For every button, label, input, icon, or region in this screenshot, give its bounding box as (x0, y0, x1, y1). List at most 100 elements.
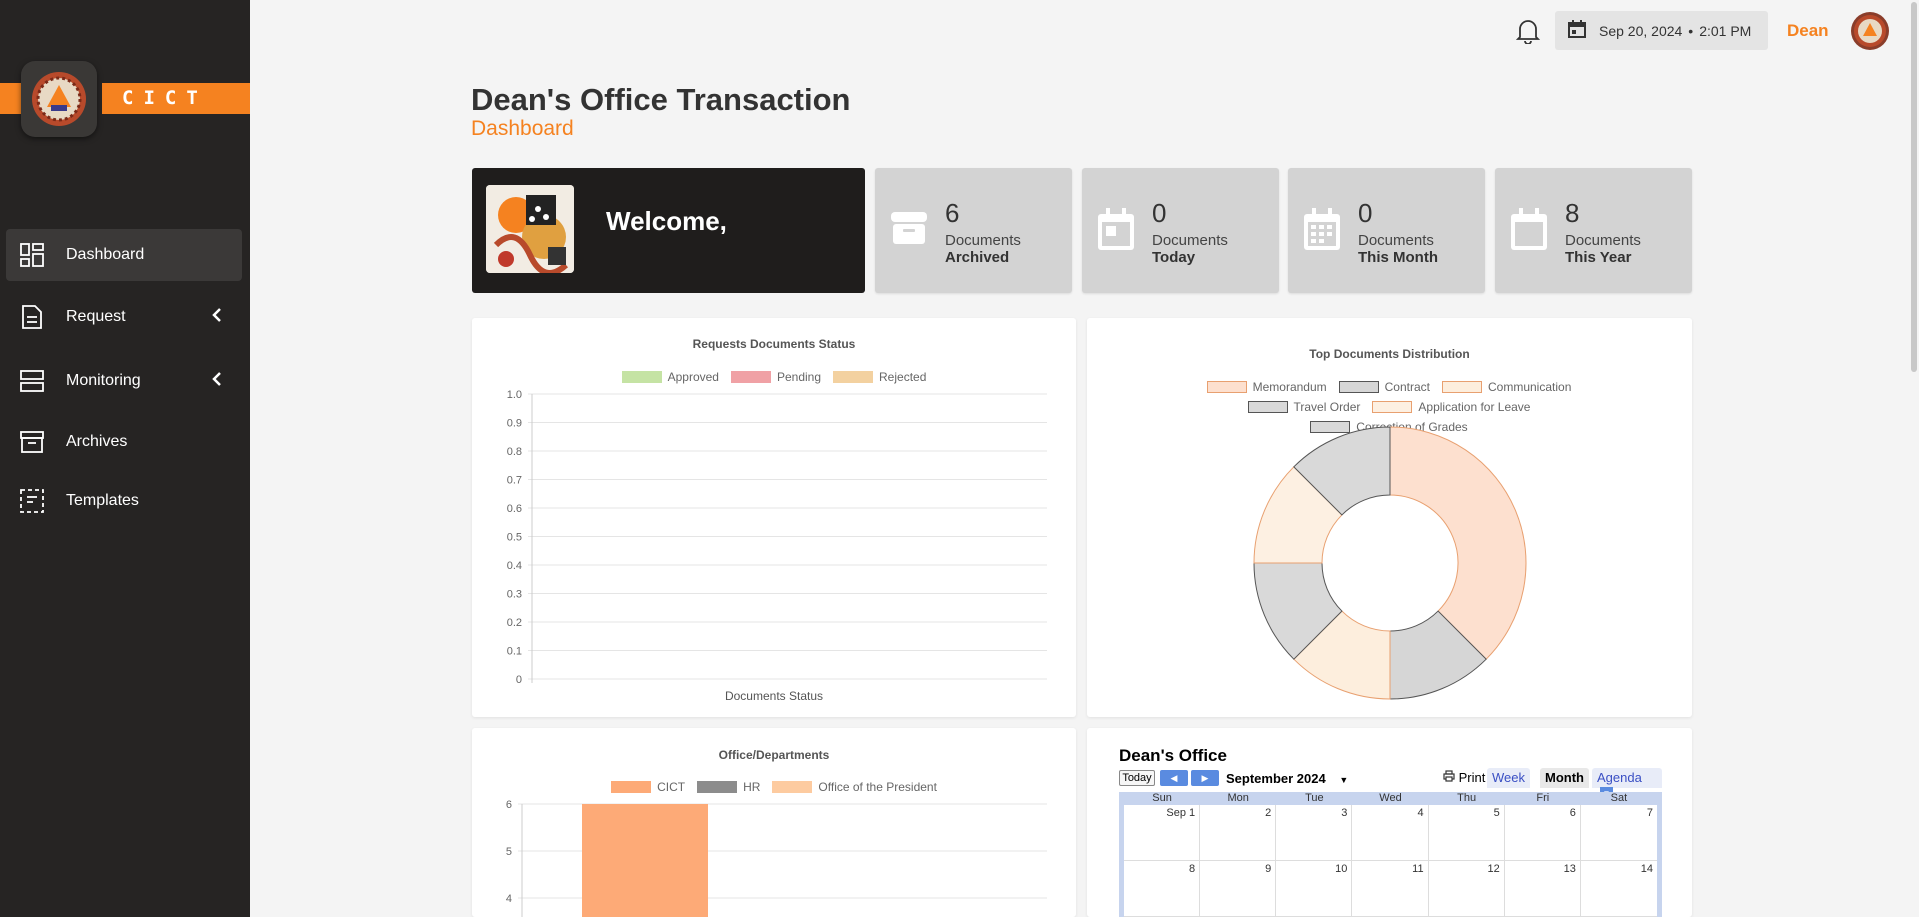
month-label: September 2024 (1226, 771, 1326, 786)
archive-icon (17, 427, 47, 457)
next-month-button[interactable]: ▶ (1191, 770, 1219, 786)
stat-value: 0 (1358, 198, 1373, 228)
weekday-label: Wed (1379, 792, 1402, 804)
x-axis-label: Documents Status (724, 689, 824, 703)
y-tick-label: 0.5 (507, 532, 522, 544)
stat-value: 0 (1152, 198, 1167, 228)
requests-status-panel: Requests Documents Status Approved Pendi… (472, 318, 1076, 717)
calendar-title: Dean's Office (1119, 746, 1227, 765)
y-tick-label: 4 (506, 893, 512, 905)
calendar-week-row: Sep 1 2 3 4 5 6 7 (1124, 805, 1657, 861)
document-icon (17, 302, 47, 332)
stat-sublabel: Archived (945, 249, 1010, 266)
archive-box-icon (889, 208, 929, 253)
view-tab-month[interactable]: Month (1540, 768, 1589, 788)
stat-card-today: 0 Documents Today (1082, 168, 1279, 293)
sidebar-item-label: Request (66, 308, 126, 325)
sidebar-item-label: Monitoring (66, 372, 141, 389)
documents-distribution-panel: Top Documents Distribution Memorandum Co… (1087, 318, 1692, 717)
calendar-day[interactable]: 8 (1124, 861, 1201, 916)
calendar-weekday-header: Sun Mon Tue Wed Thu Fri Sat (1124, 792, 1657, 805)
stat-card-this-year: 8 Documents This Year (1495, 168, 1692, 293)
calendar-day[interactable]: 12 (1429, 861, 1505, 916)
sidebar-item-dashboard[interactable]: Dashboard (6, 229, 242, 281)
calendar-day[interactable]: 10 (1276, 861, 1353, 916)
scrollbar-track[interactable] (1909, 0, 1919, 917)
calendar-day[interactable]: 5 (1429, 805, 1505, 860)
y-tick-label: 0.2 (507, 617, 522, 629)
print-button[interactable]: Print (1443, 770, 1485, 785)
scrollbar-thumb[interactable] (1911, 2, 1917, 372)
sidebar-item-templates[interactable]: Templates (6, 475, 242, 527)
calendar-day[interactable]: 13 (1505, 861, 1581, 916)
y-tick-label: 1.0 (507, 389, 522, 401)
chevron-left-icon (212, 308, 222, 327)
calendar-day[interactable]: 9 (1200, 861, 1277, 916)
view-tab-week[interactable]: Week (1487, 768, 1530, 788)
stat-value: 8 (1565, 198, 1580, 228)
calendar-day[interactable]: 7 (1581, 805, 1657, 860)
calendar-grid: Sun Mon Tue Wed Thu Fri Sat Sep 1 2 3 4 … (1119, 792, 1662, 917)
sidebar-item-label: Templates (66, 492, 139, 509)
avatar[interactable] (1851, 12, 1889, 50)
stat-sublabel: This Year (1565, 249, 1632, 266)
welcome-text: Welcome, (606, 206, 727, 236)
calendar-day[interactable]: 6 (1505, 805, 1581, 860)
cict-logo-icon (32, 72, 86, 126)
view-tab-agenda[interactable]: Agenda ▼ (1592, 768, 1662, 801)
printer-icon (1443, 770, 1459, 785)
month-selector[interactable]: September 2024 ▼ (1226, 771, 1348, 786)
sidebar-item-monitoring[interactable]: Monitoring (6, 355, 242, 407)
weekday-label: Sun (1152, 792, 1172, 804)
sidebar-item-archives[interactable]: Archives (6, 416, 242, 468)
welcome-card: Welcome, (472, 168, 865, 293)
y-tick-label: 0.6 (507, 503, 522, 515)
calendar-day-icon (1096, 208, 1136, 257)
sidebar: CICT Dashboard Request Monitoring Archiv… (0, 0, 250, 917)
stat-label: Documents (1565, 232, 1641, 249)
y-tick-label: 0.3 (507, 589, 522, 601)
y-tick-label: 0.9 (507, 418, 522, 430)
stat-label: Documents (1358, 232, 1434, 249)
template-icon (17, 486, 47, 516)
calendar-month-icon (1302, 208, 1342, 257)
documents-distribution-chart (1253, 426, 1527, 700)
stat-label: Documents (1152, 232, 1228, 249)
today-button[interactable]: Today (1119, 770, 1155, 786)
sidebar-item-request[interactable]: Request (6, 291, 242, 343)
donut-slice (1389, 426, 1527, 660)
date-text: Sep 20, 2024 (1599, 22, 1683, 39)
weekday-label: Thu (1457, 792, 1477, 804)
requests-status-chart: 1.0 0.9 0.8 0.7 0.6 0.5 0.4 0.3 0.2 0.1 0 (507, 389, 1047, 686)
calendar-toolbar: Today ◀ ▶ September 2024 ▼ Print Week Mo… (1119, 768, 1662, 801)
y-tick-label: 6 (506, 799, 512, 811)
dashboard-icon (17, 240, 47, 270)
stat-sublabel: This Month (1358, 249, 1438, 266)
brand-logo[interactable] (21, 61, 97, 137)
y-tick-label: 0 (516, 674, 522, 686)
calendar-week-row: 8 9 10 11 12 13 14 (1124, 861, 1657, 917)
prev-month-button[interactable]: ◀ (1160, 770, 1188, 786)
sidebar-item-label: Archives (66, 433, 128, 450)
page-title: Dean's Office Transaction (471, 82, 851, 117)
y-tick-label: 5 (506, 846, 512, 858)
calendar-day[interactable]: Sep 1 (1124, 805, 1201, 860)
print-label: Print (1458, 770, 1486, 785)
calendar-icon (1567, 19, 1587, 42)
y-tick-label: 0.8 (507, 446, 522, 458)
stat-card-this-month: 0 Documents This Month (1288, 168, 1485, 293)
y-tick-label: 0.1 (507, 646, 522, 658)
calendar-day[interactable]: 3 (1276, 805, 1353, 860)
stat-sublabel: Today (1152, 249, 1196, 266)
bell-icon[interactable] (1515, 18, 1541, 49)
avatar-logo-icon (1854, 15, 1886, 47)
user-name[interactable]: Dean (1787, 21, 1829, 41)
calendar-day[interactable]: 14 (1581, 861, 1657, 916)
office-departments-chart: 6 5 4 (506, 799, 1047, 917)
page-subtitle: Dashboard (471, 117, 574, 140)
y-tick-label: 0.7 (507, 475, 522, 487)
calendar-day[interactable]: 11 (1352, 861, 1429, 916)
calendar-day[interactable]: 4 (1352, 805, 1429, 860)
calendar-year-icon (1509, 208, 1549, 257)
calendar-day[interactable]: 2 (1200, 805, 1277, 860)
